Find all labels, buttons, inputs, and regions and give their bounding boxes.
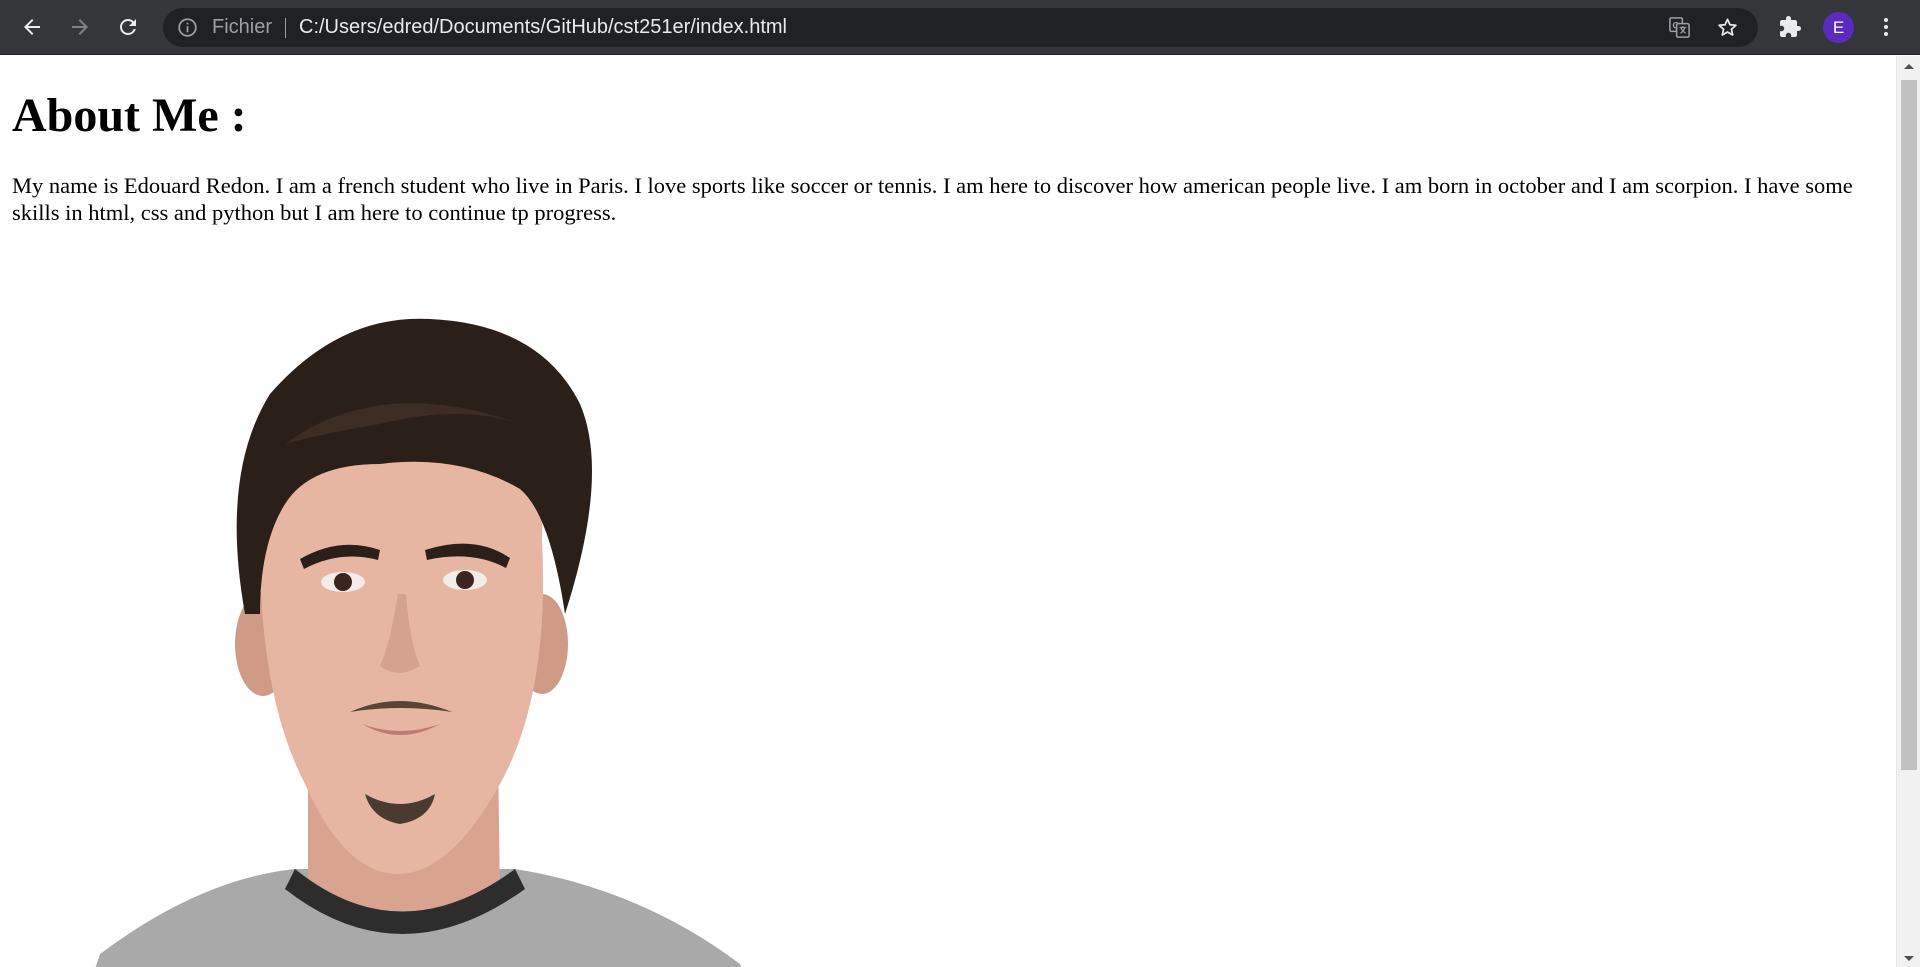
browser-window: Fichier C:/Users/edred/Documents/GitHub/… [0, 0, 1920, 967]
page-content: About Me : My name is Edouard Redon. I a… [12, 56, 1884, 226]
browser-toolbar: Fichier C:/Users/edred/Documents/GitHub/… [0, 0, 1920, 55]
profile-avatar[interactable]: E [1823, 12, 1854, 43]
page-heading: About Me : [12, 89, 247, 142]
extensions-puzzle-icon [1780, 16, 1801, 37]
profile-photo [95, 318, 742, 967]
kebab-menu-icon [1884, 18, 1888, 36]
back-arrow-icon [24, 19, 40, 35]
scrollbar-thumb[interactable] [1901, 80, 1917, 770]
page-viewport: About Me : My name is Edouard Redon. I a… [0, 56, 1896, 967]
bio-paragraph: My name is Edouard Redon. I am a french … [12, 173, 1853, 225]
url-scheme-label: Fichier [212, 16, 273, 38]
scroll-down-arrow-icon[interactable] [1903, 955, 1915, 963]
omnibox-divider [285, 18, 286, 38]
forward-button[interactable] [61, 8, 99, 46]
back-button[interactable] [13, 8, 51, 46]
browser-menu-button[interactable] [1867, 8, 1905, 46]
page-scrollbar[interactable] [1896, 56, 1920, 967]
url-text[interactable]: C:/Users/edred/Documents/GitHub/cst251er… [299, 8, 787, 47]
info-icon[interactable] [177, 17, 198, 38]
reload-icon [120, 19, 136, 35]
forward-arrow-icon [72, 19, 88, 35]
star-icon[interactable] [1716, 16, 1739, 39]
scroll-up-arrow-icon[interactable] [1903, 62, 1915, 70]
reload-button[interactable] [109, 8, 147, 46]
address-bar[interactable]: Fichier C:/Users/edred/Documents/GitHub/… [163, 8, 1758, 47]
translate-icon[interactable]: G [1668, 16, 1691, 39]
extensions-button[interactable] [1771, 8, 1809, 46]
